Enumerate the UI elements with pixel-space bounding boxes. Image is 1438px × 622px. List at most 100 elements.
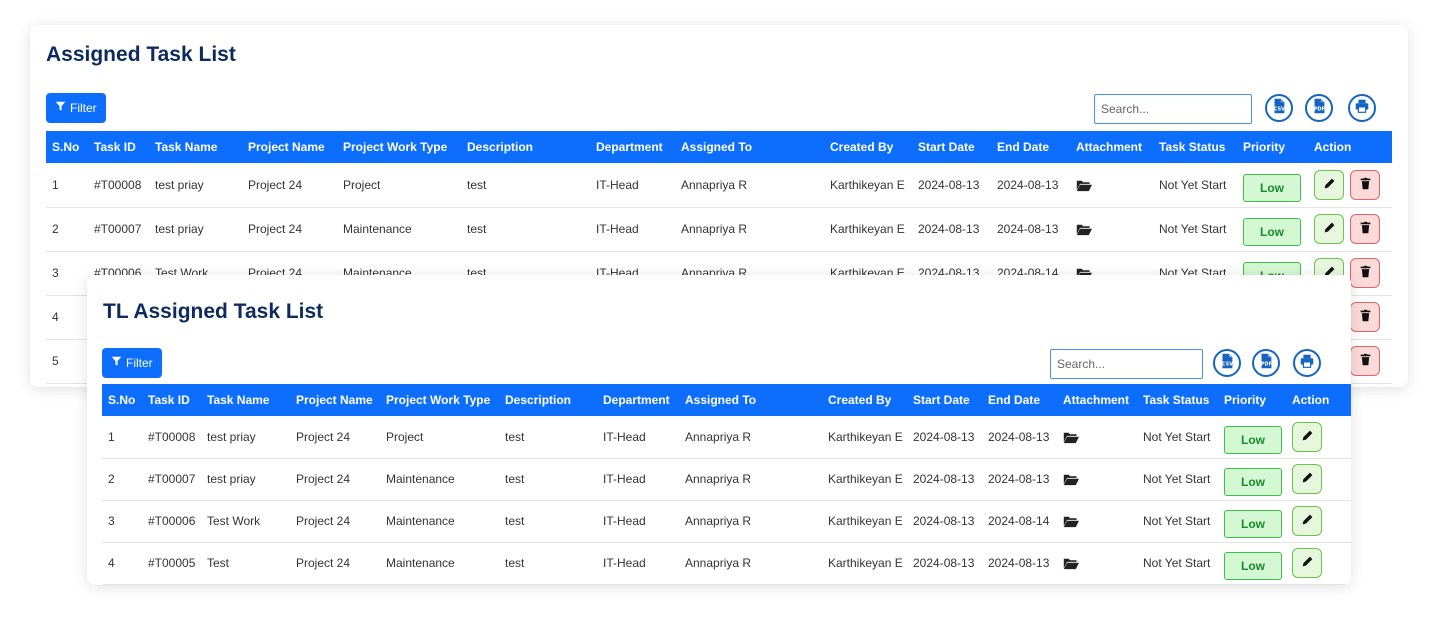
cell-description: test (461, 163, 590, 208)
pencil-icon (1301, 429, 1314, 445)
header-work-type: Project Work Type (380, 384, 499, 416)
cell-assigned-to: Annapriya R (675, 163, 824, 208)
header-description: Description (499, 384, 597, 416)
cell-action (1308, 163, 1392, 208)
cell-action (1308, 207, 1392, 252)
delete-button[interactable] (1350, 346, 1380, 376)
edit-button[interactable] (1292, 464, 1322, 494)
cell-end-date: 2024-08-13 (982, 542, 1057, 585)
header-start-date: Start Date (907, 384, 982, 416)
priority-badge: Low (1243, 173, 1301, 202)
cell-end-date: 2024-08-13 (982, 416, 1057, 459)
cell-created-by: Karthikeyan E (824, 163, 912, 208)
header-task-status: Task Status (1153, 131, 1237, 163)
cell-created-by: Karthikeyan E (822, 542, 907, 585)
folder-open-icon[interactable] (1076, 178, 1092, 192)
delete-button[interactable] (1350, 258, 1380, 288)
pdf-icon: PDF (1310, 97, 1328, 120)
filter-button[interactable]: Filter (102, 348, 162, 378)
cell-task-name: test priay (201, 458, 290, 501)
header-end-date: End Date (982, 384, 1057, 416)
svg-text:CSV: CSV (1274, 106, 1285, 112)
header-created-by: Created By (822, 384, 907, 416)
table-row: 1 #T00008 test priay Project 24 Project … (102, 416, 1351, 459)
edit-button[interactable] (1292, 548, 1322, 578)
trash-icon (1359, 353, 1372, 369)
folder-open-icon[interactable] (1076, 222, 1092, 236)
svg-text:PDF: PDF (1261, 361, 1272, 367)
csv-icon: CSV (1218, 352, 1236, 375)
pdf-export-button[interactable]: PDF (1252, 349, 1280, 377)
cell-sno: 5 (46, 339, 88, 384)
header-action: Action (1286, 384, 1351, 416)
page-title: Assigned Task List (46, 43, 236, 66)
cell-priority: Low (1237, 207, 1308, 252)
header-end-date: End Date (991, 131, 1070, 163)
cell-action (1286, 458, 1351, 501)
cell-work-type: Maintenance (380, 500, 499, 543)
search-input[interactable] (1050, 349, 1203, 379)
folder-open-icon[interactable] (1063, 556, 1079, 570)
edit-button[interactable] (1314, 214, 1344, 244)
pdf-export-button[interactable]: PDF (1305, 94, 1333, 122)
cell-priority: Low (1218, 500, 1286, 543)
cell-priority: Low (1218, 458, 1286, 501)
pencil-icon (1323, 177, 1336, 193)
header-attachment: Attachment (1070, 131, 1153, 163)
cell-created-by: Karthikeyan E (822, 500, 907, 543)
delete-button[interactable] (1350, 169, 1380, 200)
delete-button[interactable] (1350, 214, 1380, 244)
delete-button[interactable] (1350, 302, 1380, 332)
csv-export-button[interactable]: CSV (1265, 94, 1293, 122)
search-input[interactable] (1094, 94, 1252, 124)
header-start-date: Start Date (912, 131, 991, 163)
tl-assigned-task-list-card: TL Assigned Task List Filter CSV PDF S.N… (87, 275, 1351, 585)
trash-icon (1359, 221, 1372, 237)
table-row: 2 #T00007 test priay Project 24 Maintena… (102, 458, 1351, 501)
priority-badge: Low (1224, 552, 1282, 580)
cell-description: test (461, 207, 590, 252)
print-button[interactable] (1293, 349, 1321, 377)
cell-sno: 3 (46, 251, 88, 296)
filter-icon (111, 356, 122, 370)
header-attachment: Attachment (1057, 384, 1137, 416)
folder-open-icon[interactable] (1063, 514, 1079, 528)
cell-start-date: 2024-08-13 (912, 207, 991, 252)
edit-button[interactable] (1292, 421, 1322, 452)
edit-button[interactable] (1292, 506, 1322, 536)
header-task-id: Task ID (142, 384, 201, 416)
print-icon (1298, 352, 1316, 375)
cell-created-by: Karthikeyan E (822, 458, 907, 501)
cell-end-date: 2024-08-13 (991, 207, 1070, 252)
filter-icon (55, 101, 66, 115)
cell-description: test (499, 542, 597, 585)
trash-icon (1359, 177, 1372, 193)
edit-button[interactable] (1314, 169, 1344, 200)
cell-task-status: Not Yet Start (1137, 500, 1218, 543)
folder-open-icon[interactable] (1063, 472, 1079, 486)
csv-export-button[interactable]: CSV (1213, 349, 1241, 377)
pdf-icon: PDF (1257, 352, 1275, 375)
cell-attachment (1057, 542, 1137, 585)
folder-open-icon[interactable] (1063, 430, 1079, 444)
cell-sno: 2 (102, 458, 142, 501)
header-priority: Priority (1218, 384, 1286, 416)
header-action: Action (1308, 131, 1392, 163)
cell-assigned-to: Annapriya R (675, 207, 824, 252)
cell-start-date: 2024-08-13 (912, 163, 991, 208)
cell-attachment (1057, 416, 1137, 459)
svg-text:PDF: PDF (1314, 106, 1325, 112)
filter-button[interactable]: Filter (46, 93, 106, 123)
cell-project: Project 24 (290, 416, 380, 459)
print-button[interactable] (1348, 94, 1376, 122)
cell-task-name: test priay (149, 163, 242, 208)
cell-start-date: 2024-08-13 (907, 500, 982, 543)
cell-task-name: Test Work (201, 500, 290, 543)
header-task-status: Task Status (1137, 384, 1218, 416)
cell-department: IT-Head (590, 207, 675, 252)
cell-task-id: #T00008 (88, 163, 149, 208)
cell-task-status: Not Yet Start (1137, 542, 1218, 585)
cell-department: IT-Head (590, 163, 675, 208)
cell-project: Project 24 (242, 163, 337, 208)
cell-attachment (1057, 458, 1137, 501)
